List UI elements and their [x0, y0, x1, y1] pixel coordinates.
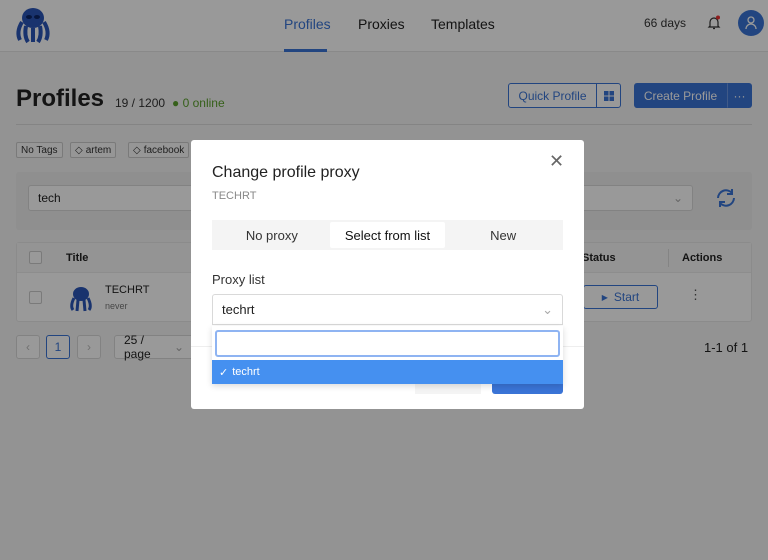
change-proxy-modal: ✕ Change profile proxy TECHRT No proxy S… [191, 140, 584, 409]
tab-new[interactable]: New [445, 222, 561, 248]
check-icon: ✓ [219, 366, 229, 379]
cancel-button[interactable] [415, 384, 481, 394]
chevron-down-icon: ⌄ [542, 301, 553, 317]
proxy-mode-tabs: No proxy Select from list New [212, 220, 563, 250]
modal-subtitle: TECHRT [212, 190, 257, 202]
close-icon[interactable]: ✕ [549, 152, 564, 170]
proxy-list-select[interactable]: techrt ⌄ [212, 294, 563, 325]
proxy-dropdown: ✓ techrt [212, 326, 563, 384]
proxy-list-label: Proxy list [212, 272, 265, 287]
proxy-search-input[interactable] [215, 330, 560, 357]
tab-select-from-list[interactable]: Select from list [329, 222, 446, 248]
save-button[interactable] [492, 384, 563, 394]
proxy-selected-value: techrt [222, 302, 255, 317]
modal-title: Change profile proxy [212, 164, 360, 181]
proxy-option[interactable]: ✓ techrt [212, 360, 563, 384]
tab-no-proxy[interactable]: No proxy [214, 222, 330, 248]
proxy-option-label: techrt [232, 366, 260, 378]
